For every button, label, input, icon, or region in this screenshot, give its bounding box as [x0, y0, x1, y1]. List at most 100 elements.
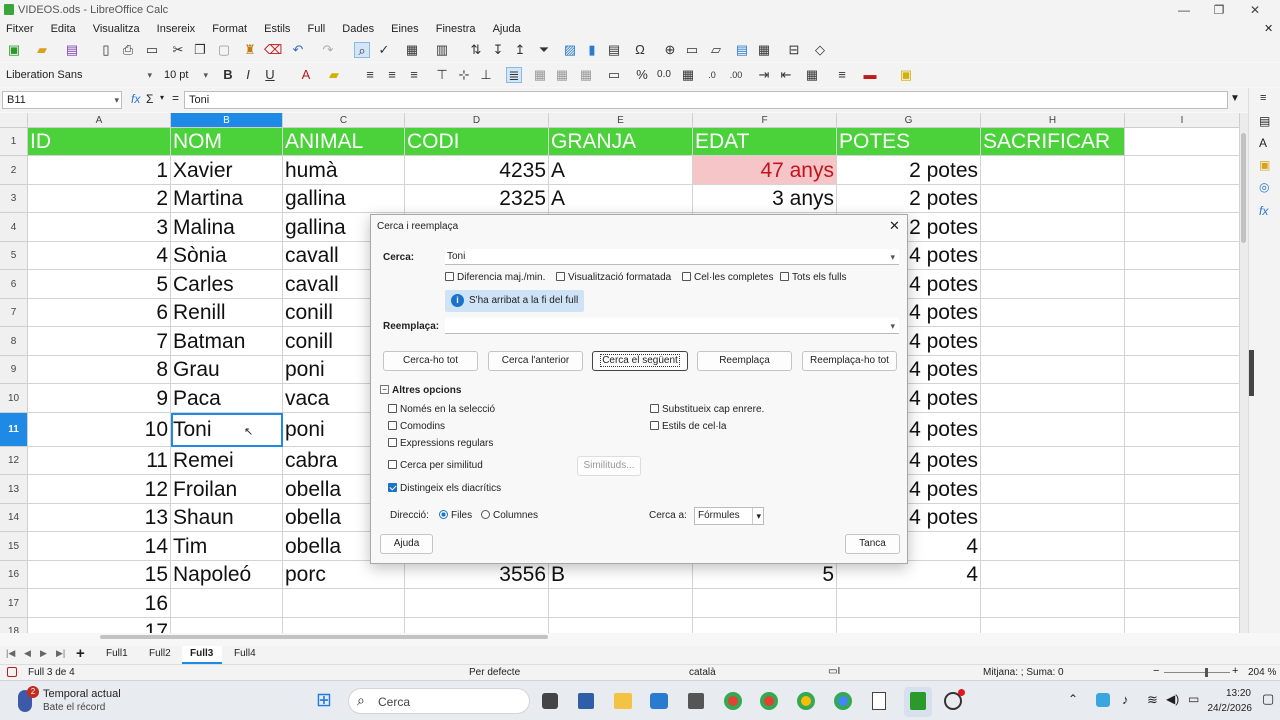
cell-nom[interactable] [171, 618, 283, 633]
merge-center-icon[interactable]: ▦ [554, 67, 570, 83]
percent-icon[interactable]: % [634, 67, 650, 83]
define-print-area-icon[interactable]: ▤ [734, 42, 750, 58]
windows-start-icon[interactable]: ⊞ [316, 691, 336, 711]
cell-empty[interactable] [981, 356, 1125, 384]
align-center-icon[interactable]: ≡ [384, 67, 400, 83]
row-header[interactable]: 4 [0, 213, 28, 242]
hyperlink-icon[interactable]: ⊕ [662, 42, 678, 58]
cell-empty[interactable] [1125, 447, 1240, 475]
cell-empty[interactable] [981, 413, 1125, 447]
cell-nom[interactable]: Carles [171, 270, 283, 299]
cell-codi[interactable] [405, 618, 549, 633]
close-window-icon[interactable]: ✕ [1247, 2, 1263, 18]
maximize-icon[interactable]: ❐ [1211, 2, 1227, 18]
formatted-display-checkbox[interactable]: Visualització formatada [556, 272, 671, 283]
cell-id[interactable]: 16 [28, 589, 171, 618]
cell-id[interactable]: 5 [28, 270, 171, 299]
cell-id[interactable]: 11 [28, 447, 171, 475]
cell-empty[interactable] [1125, 561, 1240, 589]
cell-empty[interactable] [981, 213, 1125, 242]
remove-decimal-icon[interactable]: .00 [728, 67, 744, 83]
row-header[interactable]: 13 [0, 475, 28, 504]
copy-icon[interactable]: ❐ [192, 42, 208, 58]
cut-icon[interactable]: ✂ [170, 42, 186, 58]
column-header-g[interactable]: G [837, 113, 981, 128]
cell-empty[interactable] [1125, 618, 1240, 633]
books-app-icon[interactable] [578, 693, 594, 709]
align-middle-icon[interactable]: ⊹ [456, 67, 472, 83]
notifications-icon[interactable]: ▢ [1262, 691, 1274, 707]
gallery-icon[interactable]: ▣ [1259, 158, 1270, 172]
align-top-icon[interactable]: ⊤ [434, 67, 450, 83]
cell-animal[interactable] [283, 589, 405, 618]
menu-edita[interactable]: Edita [51, 20, 76, 38]
cell-granja[interactable]: B [549, 561, 693, 589]
help-button[interactable]: Ajuda [380, 534, 433, 554]
header-cell[interactable]: ID [28, 128, 171, 156]
cell-nom[interactable]: Xavier [171, 156, 283, 185]
header-cell[interactable]: ANIMAL [283, 128, 405, 156]
column-header-e[interactable]: E [549, 113, 693, 128]
increase-indent-icon[interactable]: ⇥ [756, 67, 772, 83]
pivot-icon[interactable]: ▤ [606, 42, 622, 58]
cell-empty[interactable] [1125, 185, 1240, 213]
cell-id[interactable]: 1 [28, 156, 171, 185]
column-header-i[interactable]: I [1125, 113, 1240, 128]
menu-format[interactable]: Format [212, 20, 247, 38]
row-header[interactable]: 16 [0, 561, 28, 589]
cell-id[interactable]: 2 [28, 185, 171, 213]
cell-granja[interactable] [549, 589, 693, 618]
menu-insereix[interactable]: Insereix [157, 20, 196, 38]
cell-animal[interactable]: porc [283, 561, 405, 589]
direction-columns-radio[interactable]: Columnes [481, 510, 538, 521]
entire-cells-checkbox[interactable]: Cel·les completes [682, 272, 773, 283]
italic-icon[interactable]: I [240, 67, 256, 83]
battery-icon[interactable]: ▭ [1188, 692, 1199, 706]
cell-nom[interactable]: Martina [171, 185, 283, 213]
tab-full3[interactable]: Full3 [182, 646, 222, 664]
new-icon[interactable]: ▣ [6, 42, 22, 58]
cell-empty[interactable] [981, 299, 1125, 327]
cell-empty[interactable] [1125, 356, 1240, 384]
print-icon[interactable]: ⎙ [120, 42, 136, 58]
row-header[interactable]: 2 [0, 156, 28, 185]
menu-visualitza[interactable]: Visualitza [93, 20, 140, 38]
cell-codi[interactable]: 2325 [405, 185, 549, 213]
wifi-icon[interactable]: ≋ [1147, 692, 1158, 708]
functions-icon[interactable]: fx [1259, 204, 1268, 218]
other-options-header[interactable]: Altres opcions [392, 385, 461, 396]
merge-icon[interactable]: ▦ [532, 67, 548, 83]
sort-icon[interactable]: ⇅ [468, 42, 484, 58]
cell-empty[interactable] [1125, 270, 1240, 299]
cell-codi[interactable]: 3556 [405, 561, 549, 589]
libreoffice-calc-taskbar-icon[interactable] [910, 692, 926, 710]
replace-backwards-checkbox[interactable]: Substitueix cap enrere. [650, 404, 764, 415]
horizontal-scrollbar[interactable] [100, 635, 548, 639]
vertical-scrollbar[interactable] [1240, 113, 1248, 633]
save-icon[interactable]: ▤ [64, 42, 80, 58]
search-combobox[interactable]: Toni ▾ [445, 249, 899, 265]
replace-button[interactable]: Reemplaça [697, 351, 792, 371]
bold-icon[interactable]: B [220, 67, 236, 83]
replace-all-button[interactable]: Reemplaça-ho tot [802, 351, 897, 371]
open-icon[interactable]: ▰ [34, 42, 50, 58]
cell-potes[interactable] [837, 589, 981, 618]
cell-id[interactable]: 9 [28, 384, 171, 413]
font-color-icon[interactable]: A [298, 67, 314, 83]
cell-styles-checkbox[interactable]: Estils de cel·la [650, 421, 726, 432]
row-header[interactable]: 11 [0, 413, 28, 447]
cell-nom[interactable]: Toni [171, 413, 283, 447]
column-header-b[interactable]: B [171, 113, 283, 128]
date-icon[interactable]: ▦ [680, 67, 696, 83]
cell-nom[interactable]: Paca [171, 384, 283, 413]
row-header[interactable]: 6 [0, 270, 28, 299]
cell-nom[interactable]: Batman [171, 327, 283, 356]
sum-icon[interactable]: Σ [146, 92, 153, 106]
cell-empty[interactable] [1125, 589, 1240, 618]
cell-empty[interactable] [981, 589, 1125, 618]
find-replace-icon[interactable]: ⌕ [354, 42, 370, 58]
align-left-icon[interactable]: ≡ [362, 67, 378, 83]
name-box[interactable]: B11 ▾ [2, 91, 122, 109]
cell-id[interactable]: 8 [28, 356, 171, 384]
cell-id[interactable]: 7 [28, 327, 171, 356]
